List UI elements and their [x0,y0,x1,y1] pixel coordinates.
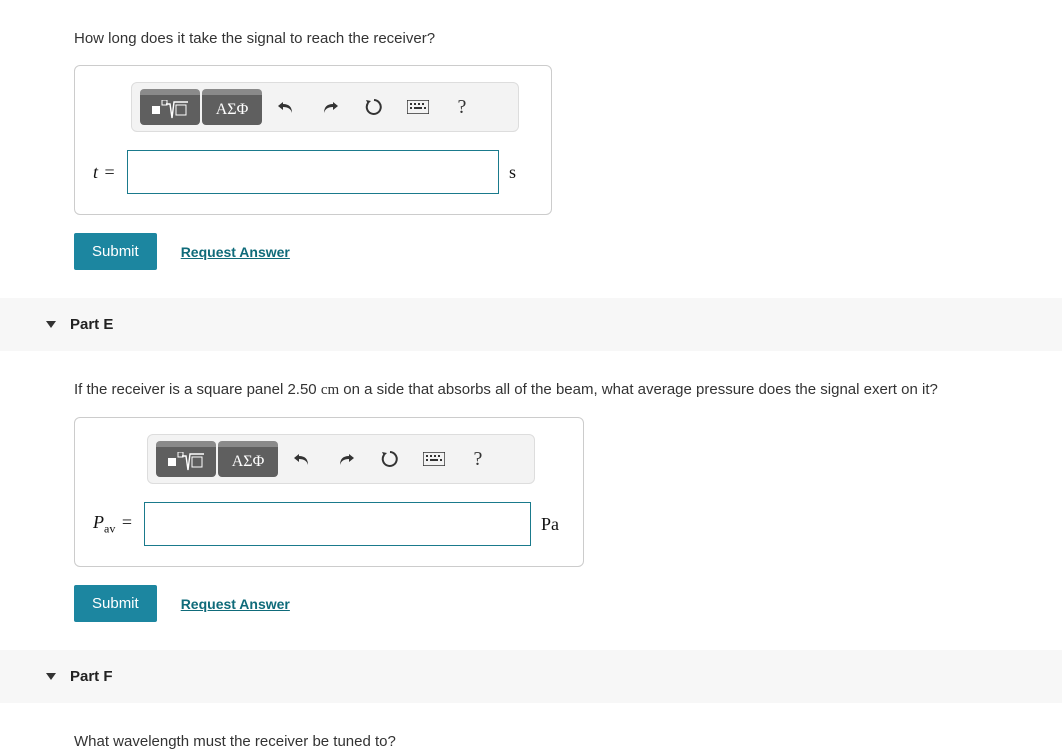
answer-box: ΑΣΦ ? t = s [74,65,552,215]
chevron-down-icon [46,673,56,680]
redo-icon[interactable] [326,441,366,477]
template-tool-button[interactable] [140,89,200,125]
request-answer-link[interactable]: Request Answer [181,244,290,260]
template-icon [166,452,206,472]
unit-label: Pa [541,514,565,535]
answer-input[interactable] [127,150,499,194]
part-header[interactable]: Part F [0,650,1062,703]
keyboard-icon[interactable] [398,89,438,125]
answer-box: ΑΣΦ ? Pav = Pa [74,417,584,567]
question-text: If the receiver is a square panel 2.50 c… [0,351,1062,417]
math-toolbar: ΑΣΦ ? [131,82,519,132]
template-icon [150,100,190,120]
help-icon[interactable]: ? [458,441,498,477]
request-answer-link[interactable]: Request Answer [181,596,290,612]
submit-button[interactable]: Submit [74,585,157,622]
reset-icon[interactable] [370,441,410,477]
redo-icon[interactable] [310,89,350,125]
answer-input[interactable] [144,502,531,546]
part-header[interactable]: Part E [0,298,1062,351]
undo-icon[interactable] [282,441,322,477]
variable-label: Pav = [93,512,134,537]
help-icon[interactable]: ? [442,89,482,125]
part-title: Part E [70,316,113,333]
unit-label: s [509,162,533,183]
math-toolbar: ΑΣΦ ? [147,434,535,484]
template-tool-button[interactable] [156,441,216,477]
variable-label: t = [93,162,117,183]
reset-icon[interactable] [354,89,394,125]
keyboard-icon[interactable] [414,441,454,477]
question-text: How long does it take the signal to reac… [0,0,1062,65]
part-title: Part F [70,668,113,685]
undo-icon[interactable] [266,89,306,125]
question-text: What wavelength must the receiver be tun… [0,703,1062,756]
submit-button[interactable]: Submit [74,233,157,270]
chevron-down-icon [46,321,56,328]
greek-tool-button[interactable]: ΑΣΦ [202,89,262,125]
greek-tool-button[interactable]: ΑΣΦ [218,441,278,477]
